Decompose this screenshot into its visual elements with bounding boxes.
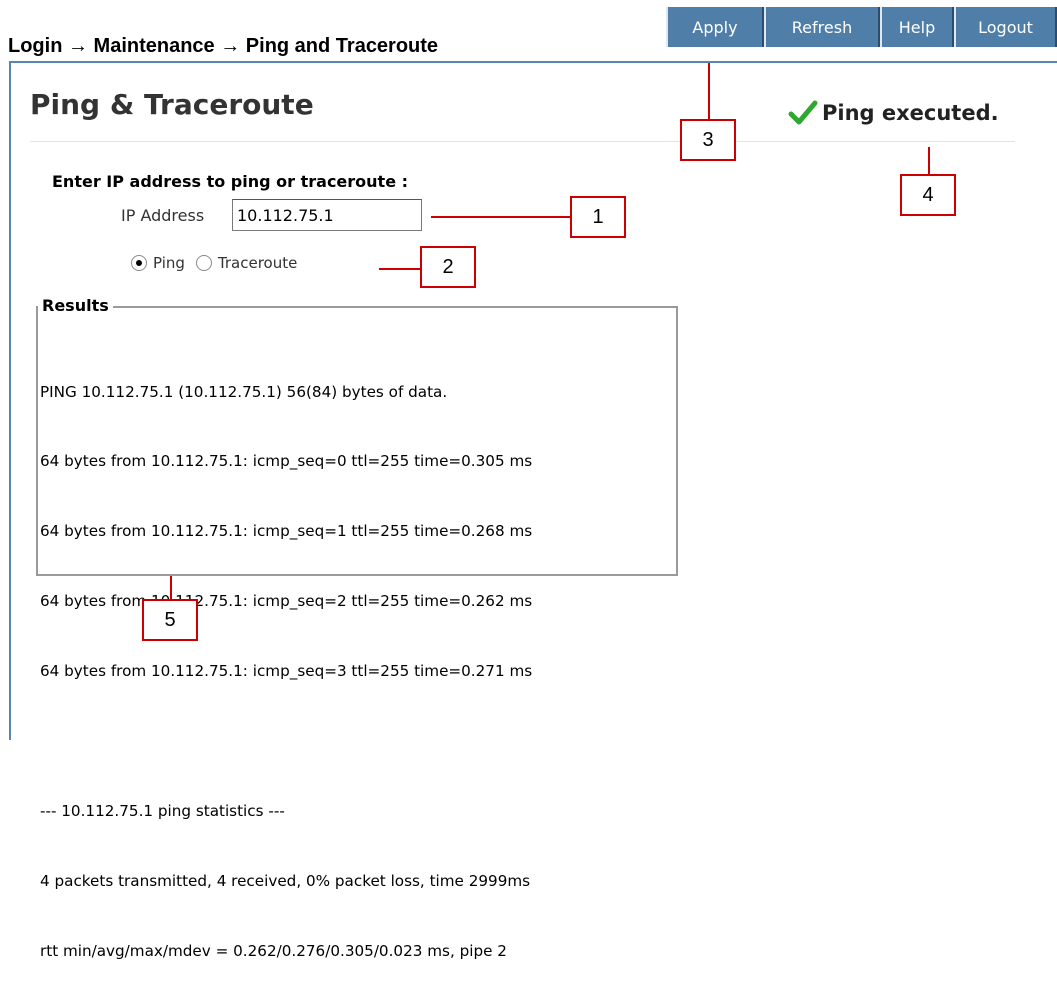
form-prompt: Enter IP address to ping or traceroute : bbox=[52, 172, 409, 191]
callout-1: 1 bbox=[570, 196, 626, 238]
results-line: 4 packets transmitted, 4 received, 0% pa… bbox=[40, 871, 531, 890]
callout-3: 3 bbox=[680, 119, 736, 161]
callout-4: 4 bbox=[900, 174, 956, 216]
results-line: ​ bbox=[40, 730, 532, 753]
ip-address-label: IP Address bbox=[121, 206, 205, 225]
status-message: Ping executed. bbox=[788, 100, 999, 126]
logout-button[interactable]: Logout bbox=[954, 7, 1057, 47]
results-line: PING 10.112.75.1 (10.112.75.1) 56(84) by… bbox=[40, 382, 448, 401]
content-frame-border bbox=[9, 61, 11, 740]
refresh-button[interactable]: Refresh bbox=[764, 7, 880, 47]
traceroute-radio[interactable] bbox=[195, 255, 212, 271]
apply-button[interactable]: Apply bbox=[666, 7, 764, 47]
content-frame-border-top bbox=[9, 61, 1057, 63]
callout-5: 5 bbox=[142, 599, 198, 641]
callout-4-leader bbox=[928, 147, 930, 175]
results-legend: Results bbox=[38, 296, 113, 315]
results-line: 64 bytes from 10.112.75.1: icmp_seq=1 tt… bbox=[40, 522, 533, 541]
callout-2-leader bbox=[379, 268, 421, 270]
results-line: 64 bytes from 10.112.75.1: icmp_seq=2 tt… bbox=[40, 592, 533, 611]
callout-1-leader bbox=[431, 216, 571, 218]
mode-radio-group: Ping Traceroute bbox=[131, 254, 297, 272]
callout-3-leader bbox=[708, 63, 710, 119]
breadcrumb: Login → Maintenance → Ping and Tracerout… bbox=[8, 35, 439, 57]
title-divider bbox=[30, 141, 1015, 142]
callout-2: 2 bbox=[420, 246, 476, 288]
callout-5-leader bbox=[170, 576, 172, 600]
ping-radio-label[interactable]: Ping bbox=[153, 254, 185, 272]
ping-radio[interactable] bbox=[131, 255, 147, 271]
results-line: rtt min/avg/max/mdev = 0.262/0.276/0.305… bbox=[40, 941, 507, 960]
help-button[interactable]: Help bbox=[880, 7, 954, 47]
results-line: --- 10.112.75.1 ping statistics --- bbox=[40, 801, 285, 820]
status-text: Ping executed. bbox=[822, 101, 999, 125]
traceroute-radio-label[interactable]: Traceroute bbox=[218, 254, 297, 272]
results-line: 64 bytes from 10.112.75.1: icmp_seq=3 tt… bbox=[40, 662, 533, 681]
page-title: Ping & Traceroute bbox=[30, 88, 314, 121]
results-output: PING 10.112.75.1 (10.112.75.1) 56(84) by… bbox=[40, 334, 532, 986]
results-line: 64 bytes from 10.112.75.1: icmp_seq=0 tt… bbox=[40, 452, 533, 471]
check-icon bbox=[788, 100, 818, 125]
ip-address-input[interactable] bbox=[232, 199, 422, 231]
